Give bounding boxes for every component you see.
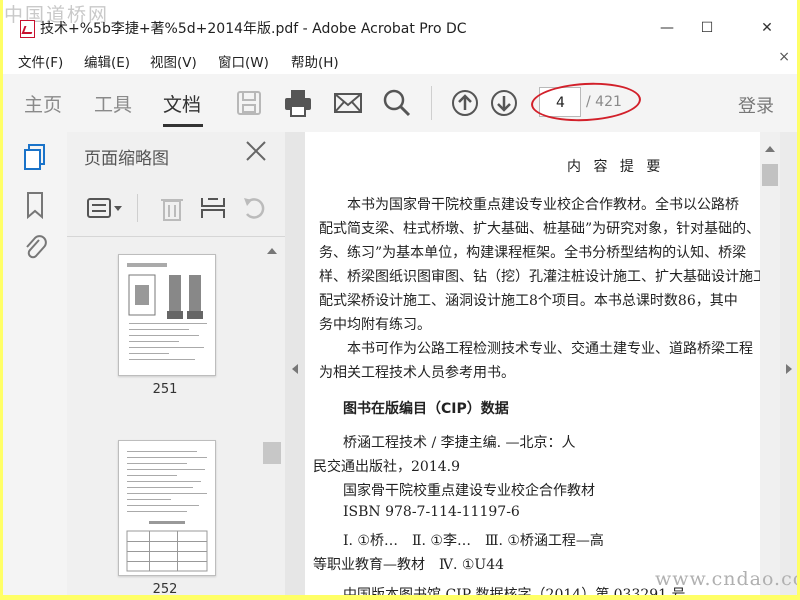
thumbnail-list: 251 252 bbox=[67, 242, 263, 600]
document-scrollbar[interactable] bbox=[760, 132, 780, 600]
page-thumbnails-panel: 页面缩略图 251 252 bbox=[67, 132, 285, 600]
search-icon[interactable] bbox=[380, 86, 414, 120]
panel-toolbar bbox=[67, 180, 285, 237]
thumbnail-scrollbar-thumb[interactable] bbox=[263, 442, 281, 464]
panel-title: 页面缩略图 bbox=[84, 149, 169, 169]
doc-line: 本书可作为公路工程检测技术专业、交通土建专业、道路桥梁工程 bbox=[347, 341, 753, 357]
tab-tools[interactable]: 工具 bbox=[94, 90, 132, 117]
close-button[interactable]: ✕ bbox=[744, 14, 790, 42]
menu-file[interactable]: 文件(F) bbox=[18, 51, 63, 71]
document-scrollbar-thumb[interactable] bbox=[762, 164, 778, 186]
email-icon[interactable] bbox=[331, 86, 365, 120]
cip-line: 等职业教育—教材 Ⅳ. ①U44 bbox=[313, 557, 505, 573]
cip-line: 国家骨干院校重点建设专业校企合作教材 bbox=[343, 483, 595, 499]
pdf-file-icon bbox=[20, 20, 35, 38]
scroll-up-arrow-icon[interactable] bbox=[267, 248, 277, 254]
toolbar-separator bbox=[431, 86, 432, 120]
panel-splitter[interactable] bbox=[285, 132, 305, 600]
tab-document[interactable]: 文档 bbox=[163, 90, 201, 117]
tab-home[interactable]: 主页 bbox=[24, 90, 62, 117]
menu-view[interactable]: 视图(V) bbox=[150, 51, 197, 71]
previous-page-icon[interactable] bbox=[448, 86, 482, 120]
thumbnail-page-252[interactable] bbox=[118, 440, 216, 576]
doc-line: 样、桥梁图纸识图审图、钻（挖）孔灌注桩设计施工、扩大基础设计施工 bbox=[319, 269, 760, 285]
cip-line: Ⅰ. ①桥… Ⅱ. ①李… Ⅲ. ①桥涵工程—高 bbox=[343, 533, 604, 549]
doc-line: 本书为国家骨干院校重点建设专业校企合作教材。全书以公路桥 bbox=[347, 197, 739, 213]
document-view: 内 容 提 要 本书为国家骨干院校重点建设专业校企合作教材。全书以公路桥 配式简… bbox=[305, 132, 760, 600]
acrobat-window: 中国道桥网 技术+%5b李捷+著%5d+2014年版.pdf - Adobe A… bbox=[0, 0, 800, 600]
window-title: 技术+%5b李捷+著%5d+2014年版.pdf - Adobe Acrobat… bbox=[40, 21, 467, 37]
thumbnail-scrollbar[interactable] bbox=[263, 242, 285, 600]
delete-page-icon[interactable] bbox=[157, 194, 187, 222]
cip-line: 民交通出版社，2014.9 bbox=[313, 459, 460, 475]
doc-heading: 内 容 提 要 bbox=[567, 159, 665, 175]
menu-help[interactable]: 帮助(H) bbox=[291, 51, 339, 71]
print-icon[interactable] bbox=[281, 86, 315, 120]
active-tab-indicator bbox=[163, 124, 203, 127]
doc-line: 配式梁桥设计施工、涵洞设计施工8个项目。本书总课时数86，其中 bbox=[319, 293, 738, 309]
thumbnail-options-icon[interactable] bbox=[85, 194, 125, 222]
menu-bar: 文件(F) 编辑(E) 视图(V) 窗口(W) 帮助(H) × bbox=[0, 46, 800, 74]
rotate-page-icon[interactable] bbox=[239, 194, 269, 222]
panel-toolbar-separator bbox=[137, 194, 138, 222]
thumbnail-label-251: 251 bbox=[152, 382, 178, 397]
doc-line: 为相关工程技术人员参考用书。 bbox=[319, 365, 515, 381]
save-icon[interactable] bbox=[232, 86, 266, 120]
title-bar: 中国道桥网 技术+%5b李捷+著%5d+2014年版.pdf - Adobe A… bbox=[0, 0, 800, 46]
expand-right-arrow-icon[interactable] bbox=[786, 364, 792, 374]
close-document-icon[interactable]: × bbox=[778, 49, 790, 65]
cip-line: 桥涵工程技术 / 李捷主编. —北京：人 bbox=[343, 435, 576, 451]
doc-line: 务、练习”为基本单位，构建课程框架。全书分桥型结构的认知、桥梁 bbox=[319, 245, 747, 261]
insert-page-icon[interactable] bbox=[198, 194, 228, 222]
doc-line: 配式简支梁、柱式桥墩、扩大基础、桩基础”为研究对象，针对基础的、关 bbox=[319, 221, 760, 237]
menu-edit[interactable]: 编辑(E) bbox=[84, 51, 130, 71]
frame-border-bottom bbox=[0, 595, 800, 600]
thumbnail-drawing bbox=[126, 451, 208, 572]
doc-line: 务中均附有练习。 bbox=[319, 317, 431, 333]
page-thumbnails-icon[interactable] bbox=[22, 142, 48, 172]
doc-scroll-up-arrow-icon[interactable] bbox=[765, 146, 775, 152]
watermark-bottom: www.cndao.com bbox=[655, 568, 800, 590]
collapse-left-arrow-icon[interactable] bbox=[292, 364, 298, 374]
attachments-icon[interactable] bbox=[22, 232, 48, 262]
maximize-button[interactable]: ☐ bbox=[684, 14, 730, 42]
cip-heading: 图书在版编目（CIP）数据 bbox=[343, 401, 509, 417]
next-page-icon[interactable] bbox=[487, 86, 521, 120]
thumbnail-page-251[interactable] bbox=[118, 254, 216, 376]
frame-border-left bbox=[0, 0, 3, 600]
main-toolbar: 主页 工具 文档 4 / 421 登录 bbox=[0, 74, 800, 133]
left-navigation-rail bbox=[0, 132, 68, 600]
bookmarks-icon[interactable] bbox=[22, 190, 48, 220]
thumbnail-drawing bbox=[127, 263, 207, 360]
cip-line: ISBN 978-7-114-11197-6 bbox=[343, 504, 520, 520]
menu-window[interactable]: 窗口(W) bbox=[218, 51, 269, 71]
panel-close-icon[interactable] bbox=[243, 138, 269, 164]
login-button[interactable]: 登录 bbox=[738, 92, 774, 118]
